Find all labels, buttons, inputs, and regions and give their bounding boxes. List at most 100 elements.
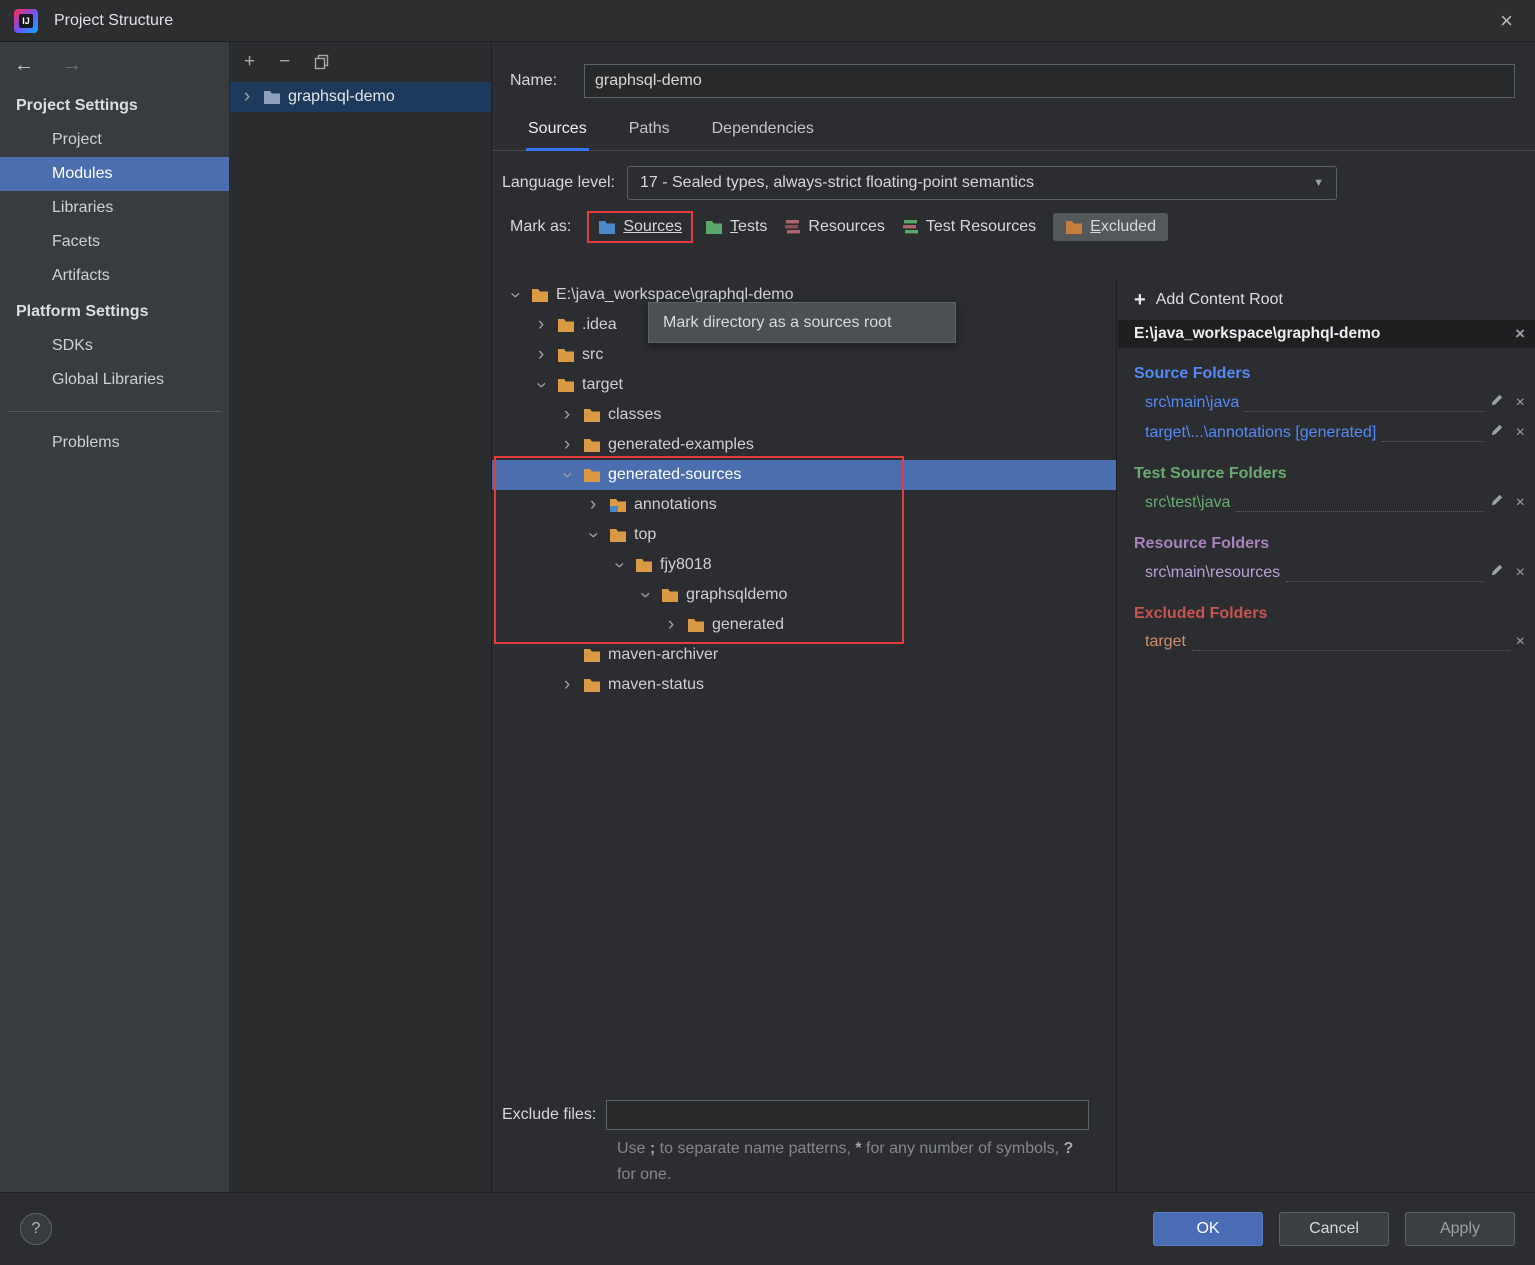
folder-path[interactable]: target\...\annotations [generated] [1145,424,1376,442]
tree-row-generated-sources[interactable]: generated-sources [492,460,1116,490]
mark-resources-button[interactable]: Resources [784,218,884,236]
edit-pencil-icon[interactable] [1490,493,1504,507]
tree-row-label: graphsqldemo [686,586,787,604]
mark-excluded-button[interactable]: Excluded [1053,213,1168,241]
chevron-down-icon[interactable] [636,586,654,604]
ok-button[interactable]: OK [1153,1212,1263,1246]
add-icon[interactable]: + [244,51,255,73]
folder-icon [531,287,549,303]
platform-settings-header: Platform Settings [0,293,229,329]
tree-row-label: top [634,526,656,544]
content-tree-panel: E:\java_workspace\graphql-demo .idea src… [492,278,1117,1192]
sidebar-item-facets[interactable]: Facets [0,225,229,259]
chevron-right-icon[interactable] [558,676,576,694]
remove-icon[interactable]: − [279,51,290,73]
sidebar-item-problems[interactable]: Problems [0,426,229,460]
edit-pencil-icon[interactable] [1490,423,1504,437]
mark-test-resources-button[interactable]: Test Resources [902,218,1036,236]
mark-tests-button[interactable]: Tests [705,218,767,236]
tab-sources[interactable]: Sources [526,114,589,150]
name-label: Name: [510,72,584,90]
chevron-right-icon[interactable] [584,496,602,514]
module-name: graphsql-demo [288,88,395,106]
tree-row-src[interactable]: src [492,340,1116,370]
content-root-header[interactable]: E:\java_workspace\graphql-demo × [1118,320,1535,348]
settings-sidebar: ← → Project Settings Project Modules Lib… [0,42,230,1192]
chevron-right-icon[interactable] [238,88,256,106]
cancel-button[interactable]: Cancel [1279,1212,1389,1246]
chevron-right-icon[interactable] [662,616,680,634]
tooltip: Mark directory as a sources root [648,302,956,343]
help-button[interactable]: ? [20,1213,52,1245]
mark-test-resources-label: Test Resources [926,218,1036,236]
dotted-leader [1192,636,1510,651]
apply-button[interactable]: Apply [1405,1212,1515,1246]
chevron-down-icon[interactable] [584,526,602,544]
tree-row-classes[interactable]: classes [492,400,1116,430]
tab-dependencies[interactable]: Dependencies [710,114,816,150]
remove-content-root-icon[interactable]: × [1515,324,1525,344]
language-level-select[interactable]: 17 - Sealed types, always-strict floatin… [627,166,1337,200]
tree-row-top[interactable]: top [492,520,1116,550]
exclude-files-input[interactable] [606,1100,1089,1130]
chevron-right-icon[interactable] [532,316,550,334]
sources-folder-icon [598,219,616,235]
add-content-root-button[interactable]: + Add Content Root [1118,278,1535,320]
chevron-down-icon[interactable] [610,556,628,574]
forward-icon[interactable]: → [62,54,82,77]
tree-row-generated[interactable]: generated [492,610,1116,640]
tree-row-label: target [582,376,623,394]
excluded-folder-item[interactable]: target × [1118,628,1535,657]
tree-row-generated-examples[interactable]: generated-examples [492,430,1116,460]
remove-folder-icon[interactable]: × [1516,424,1525,442]
sidebar-item-modules[interactable]: Modules [0,157,229,191]
copy-icon[interactable] [314,54,330,70]
window-title: Project Structure [54,12,173,30]
excluded-folder-icon [1065,219,1083,235]
history-nav: ← → [0,42,229,87]
tree-row-fjy8018[interactable]: fjy8018 [492,550,1116,580]
remove-folder-icon[interactable]: × [1516,494,1525,512]
test-source-folder-item[interactable]: src\test\java × [1118,488,1535,518]
source-folder-item[interactable]: target\...\annotations [generated] × [1118,418,1535,448]
tree-row-maven-status[interactable]: maven-status [492,670,1116,700]
module-name-input[interactable] [584,64,1515,98]
chevron-right-icon[interactable] [532,346,550,364]
folder-icon [635,557,653,573]
remove-folder-icon[interactable]: × [1516,394,1525,412]
tree-row-label: src [582,346,603,364]
tree-row-graphsqldemo[interactable]: graphsqldemo [492,580,1116,610]
sidebar-item-global-libraries[interactable]: Global Libraries [0,363,229,397]
remove-folder-icon[interactable]: × [1516,564,1525,582]
chevron-down-icon[interactable] [506,286,524,304]
folder-path[interactable]: src\main\resources [1145,564,1280,582]
chevron-down-icon[interactable] [532,376,550,394]
sidebar-item-libraries[interactable]: Libraries [0,191,229,225]
mark-sources-button[interactable]: Sources [587,211,693,243]
chevron-down-icon[interactable] [558,466,576,484]
folder-path[interactable]: target [1145,633,1186,651]
tab-paths[interactable]: Paths [627,114,672,150]
tree-row-annotations[interactable]: annotations [492,490,1116,520]
folder-path[interactable]: src\main\java [1145,394,1239,412]
tree-row-label: maven-archiver [608,646,718,664]
resource-folder-item[interactable]: src\main\resources × [1118,558,1535,588]
sidebar-item-artifacts[interactable]: Artifacts [0,259,229,293]
generated-sources-folder-icon [609,497,627,513]
edit-pencil-icon[interactable] [1490,563,1504,577]
source-folder-item[interactable]: src\main\java × [1118,388,1535,418]
sidebar-item-sdks[interactable]: SDKs [0,329,229,363]
tree-row-maven-archiver[interactable]: maven-archiver [492,640,1116,670]
tests-folder-icon [705,219,723,235]
remove-folder-icon[interactable]: × [1516,633,1525,651]
sidebar-item-project[interactable]: Project [0,123,229,157]
close-icon[interactable]: × [1492,8,1521,34]
test-resources-icon [902,219,919,235]
chevron-right-icon[interactable] [558,436,576,454]
edit-pencil-icon[interactable] [1490,393,1504,407]
back-icon[interactable]: ← [14,54,34,77]
chevron-right-icon[interactable] [558,406,576,424]
module-list-item[interactable]: graphsql-demo [230,82,491,112]
tree-row-target[interactable]: target [492,370,1116,400]
folder-path[interactable]: src\test\java [1145,494,1230,512]
